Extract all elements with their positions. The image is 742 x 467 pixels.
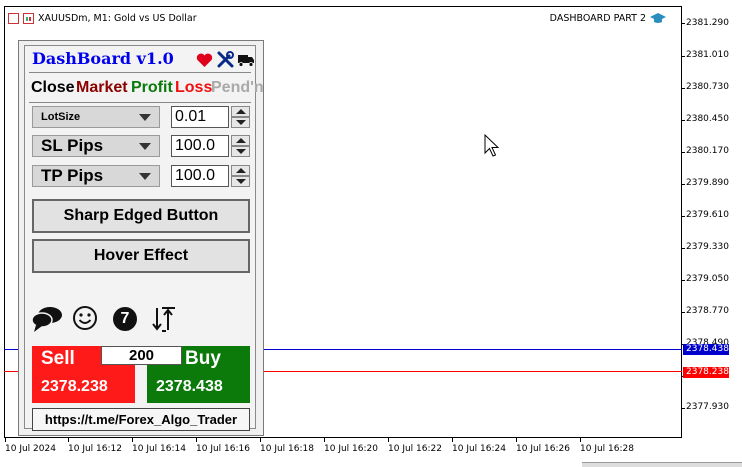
price-label: 2381.290 — [686, 18, 729, 28]
time-label: 10 Jul 16:12 — [68, 444, 122, 454]
symbol-bar: XAUUSDm, M1: Gold vs US Dollar — [8, 11, 197, 25]
time-tick — [5, 438, 6, 442]
time-tick — [324, 438, 325, 442]
sl-pips-increment-button[interactable] — [231, 135, 250, 146]
tabs-divider — [29, 102, 251, 103]
price-label: 2380.730 — [686, 82, 729, 92]
lotsize-dropdown[interactable]: LotSize — [32, 106, 160, 128]
tab-pending[interactable]: Pend'n — [211, 79, 264, 97]
price-label: 2379.610 — [686, 210, 729, 220]
mouse-pointer-icon — [484, 134, 500, 157]
ask-price-tag: 2378.238 — [683, 367, 729, 378]
dashboard-caption-text: DASHBOARD PART 2 — [549, 12, 646, 24]
buy-price: 2378.438 — [156, 378, 223, 395]
title-divider — [29, 72, 251, 73]
price-label: 2379.050 — [686, 274, 729, 284]
price-label: 2377.930 — [686, 402, 729, 412]
price-tick — [682, 280, 685, 281]
panel-title: DashBoard v1.0 — [32, 49, 174, 68]
hover-effect-button[interactable]: Hover Effect — [32, 239, 250, 273]
price-label: 2379.330 — [686, 242, 729, 252]
price-label: 2380.170 — [686, 146, 729, 156]
chat-bubbles-icon[interactable] — [31, 305, 63, 333]
sharp-edged-button[interactable]: Sharp Edged Button — [32, 199, 250, 233]
sl-pips-dropdown[interactable]: SL Pips — [32, 135, 160, 157]
price-tick — [682, 248, 685, 249]
smiley-icon[interactable] — [72, 305, 98, 331]
time-tick — [388, 438, 389, 442]
time-label: 10 Jul 16:16 — [196, 444, 250, 454]
sell-price: 2378.238 — [41, 378, 108, 395]
time-tick — [516, 438, 517, 442]
time-label: 10 Jul 16:28 — [580, 444, 634, 454]
price-tick — [682, 56, 685, 57]
telegram-link[interactable]: https://t.me/Forex_Algo_Trader — [32, 408, 250, 431]
lotsize-increment-button[interactable] — [231, 106, 250, 117]
sl-pips-input[interactable]: 100.0 — [171, 135, 229, 157]
sort-icon[interactable] — [151, 305, 179, 333]
tab-loss[interactable]: Loss — [175, 79, 212, 97]
price-tick — [682, 408, 685, 409]
tools-icon[interactable] — [217, 51, 234, 68]
buy-label: Buy — [185, 348, 221, 369]
time-label: 10 Jul 16:22 — [388, 444, 442, 454]
chevron-down-icon — [139, 143, 151, 150]
time-tick — [132, 438, 133, 442]
price-label: 2378.770 — [686, 306, 729, 316]
graduation-cap-icon — [650, 13, 666, 23]
price-label: 2379.890 — [686, 178, 729, 188]
price-tick — [682, 184, 685, 185]
price-tick — [682, 312, 685, 313]
tp-pips-label: TP Pips — [41, 166, 104, 185]
price-tick — [682, 23, 685, 24]
time-label: 10 Jul 16:24 — [452, 444, 506, 454]
price-tick — [682, 152, 685, 153]
time-label: 10 Jul 16:26 — [516, 444, 570, 454]
dashboard-caption: DASHBOARD PART 2 — [550, 12, 666, 24]
time-tick — [580, 438, 581, 442]
dashboard-panel[interactable]: DashBoard v1.0 Close Market Profit Loss … — [18, 40, 264, 436]
time-tick — [260, 438, 261, 442]
bar-chart-icon[interactable] — [23, 12, 34, 24]
lotsize-input[interactable]: 0.01 — [171, 106, 229, 128]
lot-amount-input[interactable]: 200 — [101, 346, 182, 365]
tab-profit[interactable]: Profit — [131, 79, 173, 97]
chart-menu-icon[interactable] — [8, 12, 19, 24]
time-label: 10 Jul 16:14 — [132, 444, 186, 454]
sl-pips-decrement-button[interactable] — [231, 146, 250, 157]
sl-pips-label: SL Pips — [41, 136, 104, 155]
chevron-down-icon — [139, 173, 151, 180]
time-label: 10 Jul 16:18 — [260, 444, 314, 454]
tab-market[interactable]: Market — [76, 79, 128, 97]
time-tick — [196, 438, 197, 442]
tab-close[interactable]: Close — [31, 79, 75, 97]
tp-pips-increment-button[interactable] — [231, 165, 250, 176]
price-tick — [682, 120, 685, 121]
lotsize-label: LotSize — [41, 111, 81, 123]
price-label: 2380.450 — [686, 114, 729, 124]
time-label: 10 Jul 16:20 — [324, 444, 378, 454]
sell-label: Sell — [41, 348, 75, 369]
heart-icon[interactable] — [196, 53, 213, 68]
chevron-down-icon — [139, 114, 151, 121]
time-tick — [68, 438, 69, 442]
tp-pips-input[interactable]: 100.0 — [171, 165, 229, 187]
price-tick — [682, 88, 685, 89]
time-tick — [452, 438, 453, 442]
truck-icon[interactable] — [237, 53, 255, 67]
price-tick — [682, 216, 685, 217]
tp-pips-decrement-button[interactable] — [231, 176, 250, 187]
time-label: 10 Jul 2024 — [5, 444, 56, 454]
dashboard-body: DashBoard v1.0 Close Market Profit Loss … — [24, 45, 264, 431]
horizontal-scrollbar[interactable] — [582, 462, 742, 467]
bid-price-tag: 2378.438 — [683, 344, 729, 355]
price-label: 2381.010 — [686, 50, 729, 60]
symbol-title: XAUUSDm, M1: Gold vs US Dollar — [38, 12, 197, 24]
lotsize-decrement-button[interactable] — [231, 117, 250, 128]
number-seven-icon[interactable]: 7 — [113, 307, 137, 331]
tp-pips-dropdown[interactable]: TP Pips — [32, 165, 160, 187]
